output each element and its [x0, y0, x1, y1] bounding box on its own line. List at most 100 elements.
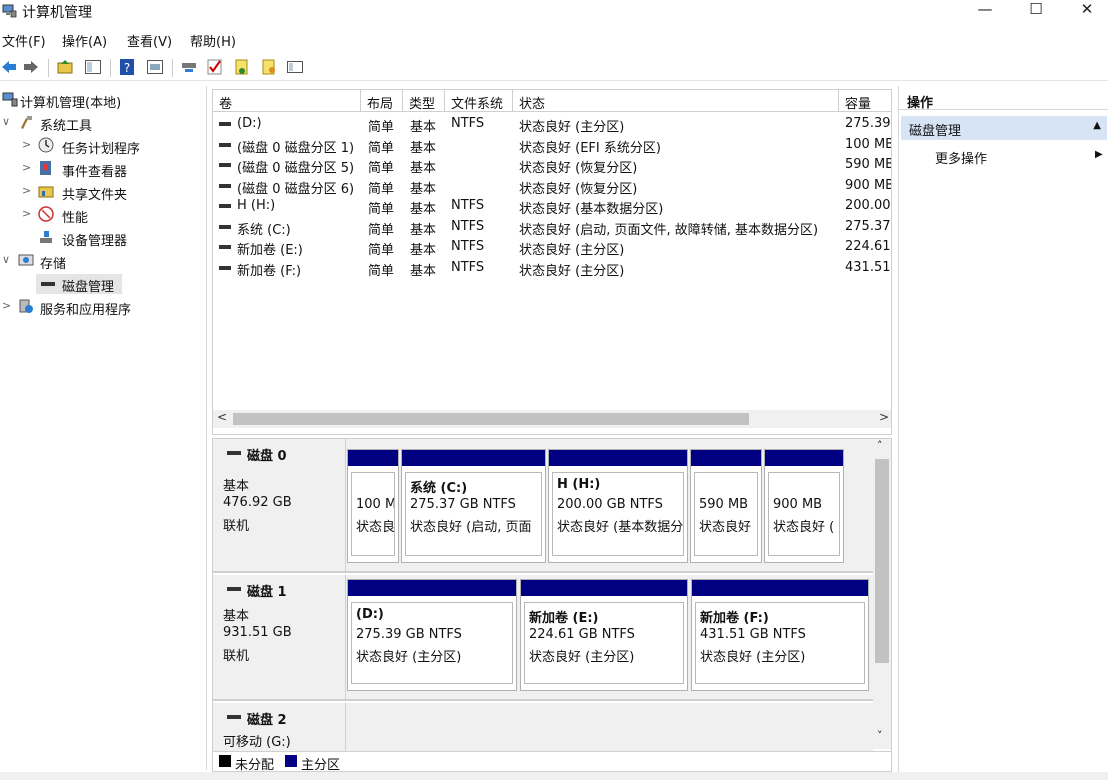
column-header-volume[interactable]: 卷 — [213, 90, 361, 112]
column-header-capacity[interactable]: 容量 — [839, 90, 891, 112]
disk-1-label[interactable]: 磁盘 1 基本 931.51 GB 联机 — [213, 575, 346, 701]
table-cell: NTFS — [451, 239, 485, 254]
table-row[interactable]: 新加卷 (F:) 简单 基本 NTFS 状态良好 (主分区) 431.51 — [213, 258, 891, 279]
table-row[interactable]: 新加卷 (E:) 简单 基本 NTFS 状态良好 (主分区) 224.61 — [213, 237, 891, 258]
partition-bar — [521, 580, 687, 596]
table-row[interactable]: (磁盘 0 磁盘分区 5) 简单 基本 状态良好 (恢复分区) 590 MB — [213, 155, 891, 176]
chevron-down-icon[interactable]: ∨ — [2, 115, 12, 128]
table-cell: 基本 — [410, 140, 437, 156]
menu-file[interactable]: 文件(F) — [2, 31, 46, 50]
scroll-right-icon[interactable]: > — [879, 410, 889, 424]
chevron-down-icon[interactable]: ∨ — [2, 253, 12, 266]
minimize-button[interactable]: — — [962, 0, 1008, 20]
table-cell: 新加卷 (F:) — [237, 263, 302, 279]
scrollbar-thumb[interactable] — [233, 413, 749, 425]
table-row[interactable]: (磁盘 0 磁盘分区 6) 简单 基本 状态良好 (恢复分区) 900 MB — [213, 176, 891, 197]
menu-help[interactable]: 帮助(H) — [190, 31, 236, 50]
title-bar: 计算机管理 — ☐ ✕ — [0, 0, 1108, 24]
chevron-right-icon[interactable]: > — [22, 207, 32, 220]
partition-h[interactable]: H (H:) 200.00 GB NTFS 状态良好 (基本数据分 — [548, 449, 688, 563]
tree-item-services-apps[interactable]: > 服务和应用程序 — [0, 297, 200, 318]
table-row[interactable]: H (H:) 简单 基本 NTFS 状态良好 (基本数据分区) 200.00 — [213, 196, 891, 217]
tree-label: 计算机管理(本地) — [20, 96, 122, 111]
table-cell: 状态良好 (恢复分区) — [519, 161, 638, 176]
show-hide-tree-icon[interactable] — [84, 58, 102, 76]
actions-section-label: 磁盘管理 — [909, 124, 962, 139]
table-cell: 431.51 — [845, 259, 891, 275]
up-folder-icon[interactable] — [56, 58, 74, 76]
partition-status: 状态良好 ( — [773, 520, 835, 535]
column-header-filesystem[interactable]: 文件系统 — [445, 90, 513, 112]
tree-item-event-viewer[interactable]: > 事件查看器 — [0, 159, 200, 180]
chevron-right-icon[interactable]: > — [2, 299, 12, 312]
table-row[interactable]: 系统 (C:) 简单 基本 NTFS 状态良好 (启动, 页面文件, 故障转储, 基本数… — [213, 217, 891, 238]
chevron-right-icon[interactable]: > — [22, 138, 32, 151]
tree-item-performance[interactable]: > 性能 — [0, 205, 200, 226]
legend: 未分配 主分区 — [213, 751, 891, 771]
partition-name: (D:) — [356, 607, 384, 622]
tree-item-computer-management[interactable]: 计算机管理(本地) — [0, 90, 200, 111]
partition-efi[interactable]: 100 M 状态良 — [347, 449, 399, 563]
table-cell: 基本 — [410, 181, 437, 197]
chevron-right-icon[interactable]: > — [22, 161, 32, 174]
actions-header: 操作 — [899, 88, 1108, 111]
menu-action[interactable]: 操作(A) — [62, 31, 107, 50]
disk-1-partitions: (D:) 275.39 GB NTFS 状态良好 (主分区) 新加卷 (E:) … — [346, 575, 873, 701]
close-button[interactable]: ✕ — [1064, 0, 1108, 20]
tree-item-task-scheduler[interactable]: > 任务计划程序 — [0, 136, 200, 157]
partition-recovery-5[interactable]: 590 MB 状态良好 — [690, 449, 762, 563]
table-row[interactable]: (磁盘 0 磁盘分区 1) 简单 基本 状态良好 (EFI 系统分区) 100 MB — [213, 135, 891, 156]
scrollbar-thumb[interactable] — [875, 459, 889, 663]
partition-f[interactable]: 新加卷 (F:) 431.51 GB NTFS 状态良好 (主分区) — [691, 579, 869, 691]
chevron-right-icon[interactable]: > — [22, 184, 32, 197]
check-icon[interactable] — [206, 58, 224, 76]
tree-item-device-manager[interactable]: 设备管理器 — [0, 228, 200, 249]
disk-0-label[interactable]: 磁盘 0 基本 476.92 GB 联机 — [213, 439, 346, 573]
column-header-layout[interactable]: 布局 — [361, 90, 403, 112]
partition-status: 状态良好 (主分区) — [529, 650, 635, 665]
tree-label: 设备管理器 — [62, 234, 128, 249]
partition-size: 275.37 GB NTFS — [410, 497, 516, 512]
disk-status: 联机 — [223, 519, 250, 534]
scroll-left-icon[interactable]: < — [217, 410, 227, 424]
table-cell: 新加卷 (E:) — [237, 243, 303, 258]
menu-view[interactable]: 查看(V) — [127, 31, 172, 50]
table-cell: 基本 — [410, 120, 437, 135]
column-header-type[interactable]: 类型 — [403, 90, 445, 112]
partition-e[interactable]: 新加卷 (E:) 224.61 GB NTFS 状态良好 (主分区) — [520, 579, 688, 691]
actions-section-disk-management[interactable]: 磁盘管理 ▲ — [901, 116, 1107, 140]
partition-d[interactable]: (D:) 275.39 GB NTFS 状态良好 (主分区) — [347, 579, 517, 691]
partition-status: 状态良好 (基本数据分 — [557, 520, 684, 535]
console-icon[interactable] — [286, 58, 304, 76]
disk-2-label[interactable]: 磁盘 2 可移动 (G:) — [213, 703, 346, 753]
table-cell: 简单 — [368, 263, 395, 279]
partition-c[interactable]: 系统 (C:) 275.37 GB NTFS 状态良好 (启动, 页面 — [401, 449, 546, 563]
table-cell: 状态良好 (基本数据分区) — [519, 202, 664, 217]
tree-item-system-tools[interactable]: ∨ 系统工具 — [0, 113, 200, 134]
column-header-status[interactable]: 状态 — [513, 90, 839, 112]
more-actions-item[interactable]: 更多操作 — [935, 148, 987, 167]
table-cell: 简单 — [368, 181, 395, 197]
new-icon[interactable] — [233, 58, 251, 76]
tree-item-shared-folders[interactable]: > 共享文件夹 — [0, 182, 200, 203]
partition-recovery-6[interactable]: 900 MB 状态良好 ( — [764, 449, 844, 563]
back-arrow-icon[interactable] — [0, 58, 18, 76]
scroll-down-icon[interactable]: ˅ — [877, 729, 883, 742]
horizontal-scrollbar[interactable]: < > — [213, 410, 891, 428]
maximize-button[interactable]: ☐ — [1013, 0, 1059, 20]
tree-item-storage[interactable]: ∨ 存储 — [0, 251, 200, 272]
help-icon[interactable]: ? — [118, 58, 136, 76]
legend-primary: 主分区 — [301, 758, 341, 772]
forward-arrow-icon[interactable] — [22, 58, 40, 76]
tree-item-disk-management[interactable]: 磁盘管理 — [36, 274, 122, 295]
table-cell: 基本 — [410, 263, 437, 279]
partition-bar — [549, 450, 687, 466]
disk-size: 476.92 GB — [223, 495, 292, 510]
chevron-up-icon[interactable]: ▲ — [1093, 120, 1101, 131]
properties-icon[interactable] — [146, 58, 164, 76]
scroll-up-icon[interactable]: ˄ — [877, 439, 883, 452]
vertical-scrollbar[interactable]: ˄ ˅ — [873, 439, 891, 749]
open-icon[interactable] — [260, 58, 278, 76]
connect-icon[interactable] — [180, 58, 198, 76]
table-row[interactable]: (D:) 简单 基本 NTFS 状态良好 (主分区) 275.39 — [213, 114, 891, 135]
